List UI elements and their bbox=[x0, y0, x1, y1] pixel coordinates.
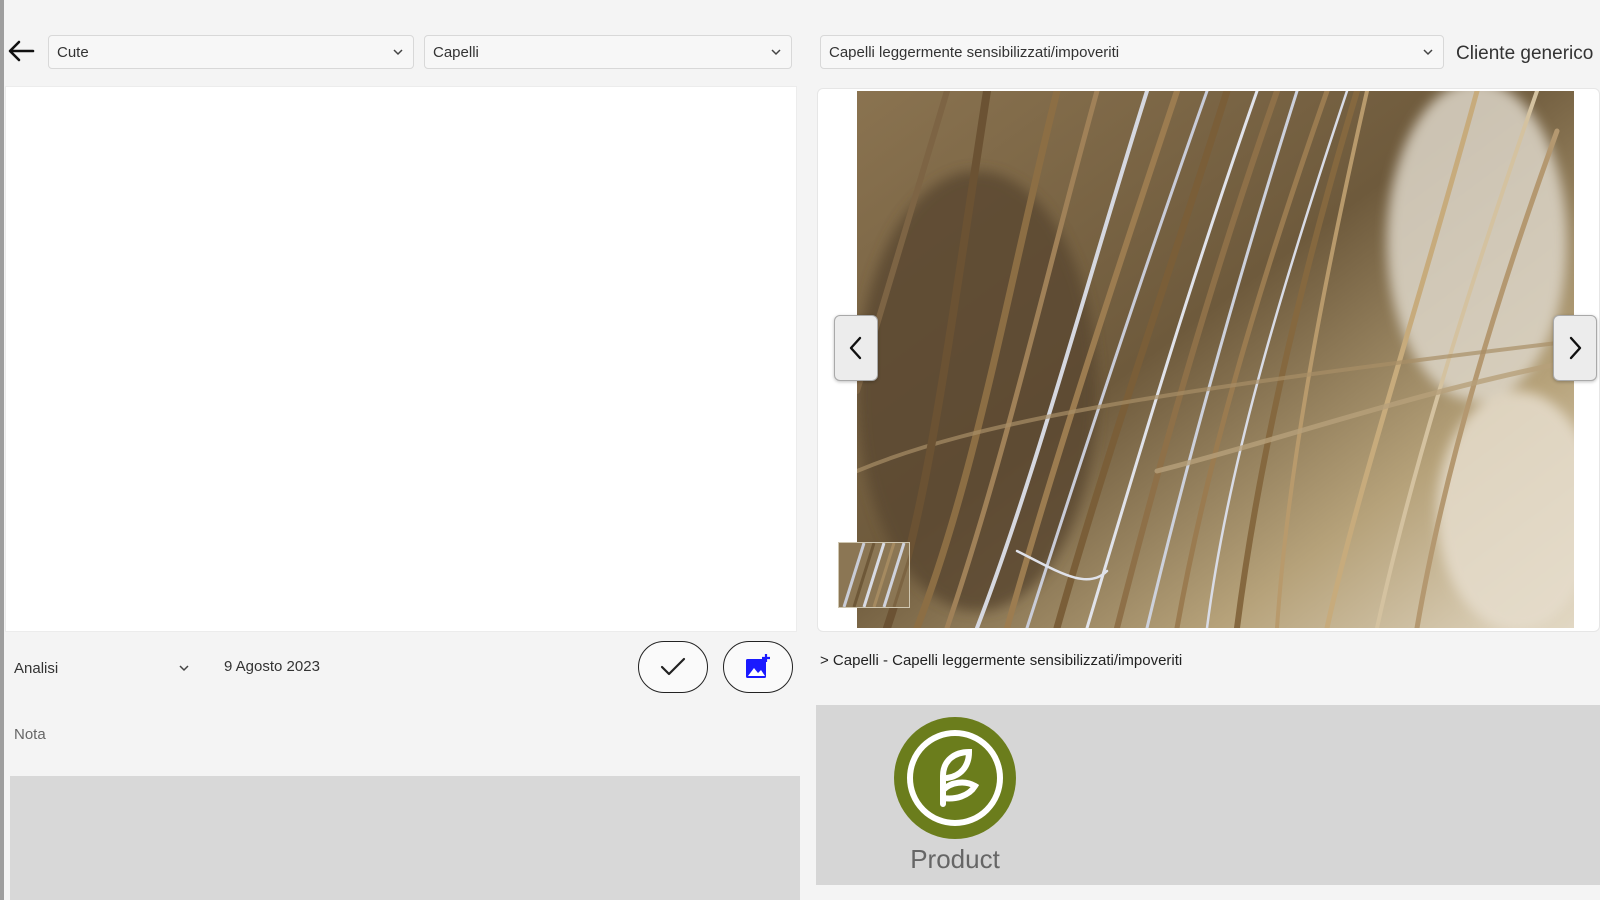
brand-logo-icon bbox=[894, 717, 1016, 839]
category-select-value: Capelli bbox=[433, 43, 479, 61]
client-label[interactable]: Cliente generico bbox=[1456, 43, 1600, 65]
note-label: Nota bbox=[14, 726, 46, 743]
arrow-left-icon bbox=[8, 40, 35, 62]
chevron-down-icon bbox=[771, 49, 781, 56]
add-photo-button[interactable] bbox=[723, 641, 793, 693]
condition-select[interactable]: Capelli leggermente sensibilizzati/impov… bbox=[820, 35, 1444, 69]
note-input[interactable] bbox=[10, 776, 800, 900]
chevron-down-icon bbox=[1423, 49, 1433, 56]
condition-select-value: Capelli leggermente sensibilizzati/impov… bbox=[829, 43, 1120, 61]
photo-thumbnail[interactable] bbox=[838, 542, 910, 608]
hair-photo bbox=[857, 91, 1574, 628]
next-photo-button[interactable] bbox=[1553, 315, 1597, 381]
area-select-value: Cute bbox=[57, 43, 89, 61]
confirm-button[interactable] bbox=[638, 641, 708, 693]
analysis-date[interactable]: 9 Agosto 2023 bbox=[224, 658, 320, 675]
add-photo-icon bbox=[746, 654, 770, 678]
category-select[interactable]: Capelli bbox=[424, 35, 792, 69]
chevron-left-icon bbox=[849, 336, 862, 360]
drawing-canvas[interactable] bbox=[5, 86, 797, 632]
analysis-type-select[interactable]: Analisi bbox=[8, 650, 198, 686]
back-button[interactable] bbox=[4, 34, 38, 68]
product-card[interactable]: Product bbox=[890, 716, 1020, 875]
product-name: Product bbox=[910, 844, 1000, 874]
chevron-down-icon bbox=[393, 49, 403, 56]
condition-breadcrumb: > Capelli - Capelli leggermente sensibil… bbox=[820, 652, 1183, 669]
window-edge bbox=[0, 0, 4, 900]
checkmark-icon bbox=[660, 657, 686, 676]
chevron-down-icon bbox=[179, 665, 189, 672]
chevron-right-icon bbox=[1569, 336, 1582, 360]
area-select[interactable]: Cute bbox=[48, 35, 414, 69]
analysis-type-value: Analisi bbox=[14, 659, 59, 677]
previous-photo-button[interactable] bbox=[834, 315, 878, 381]
